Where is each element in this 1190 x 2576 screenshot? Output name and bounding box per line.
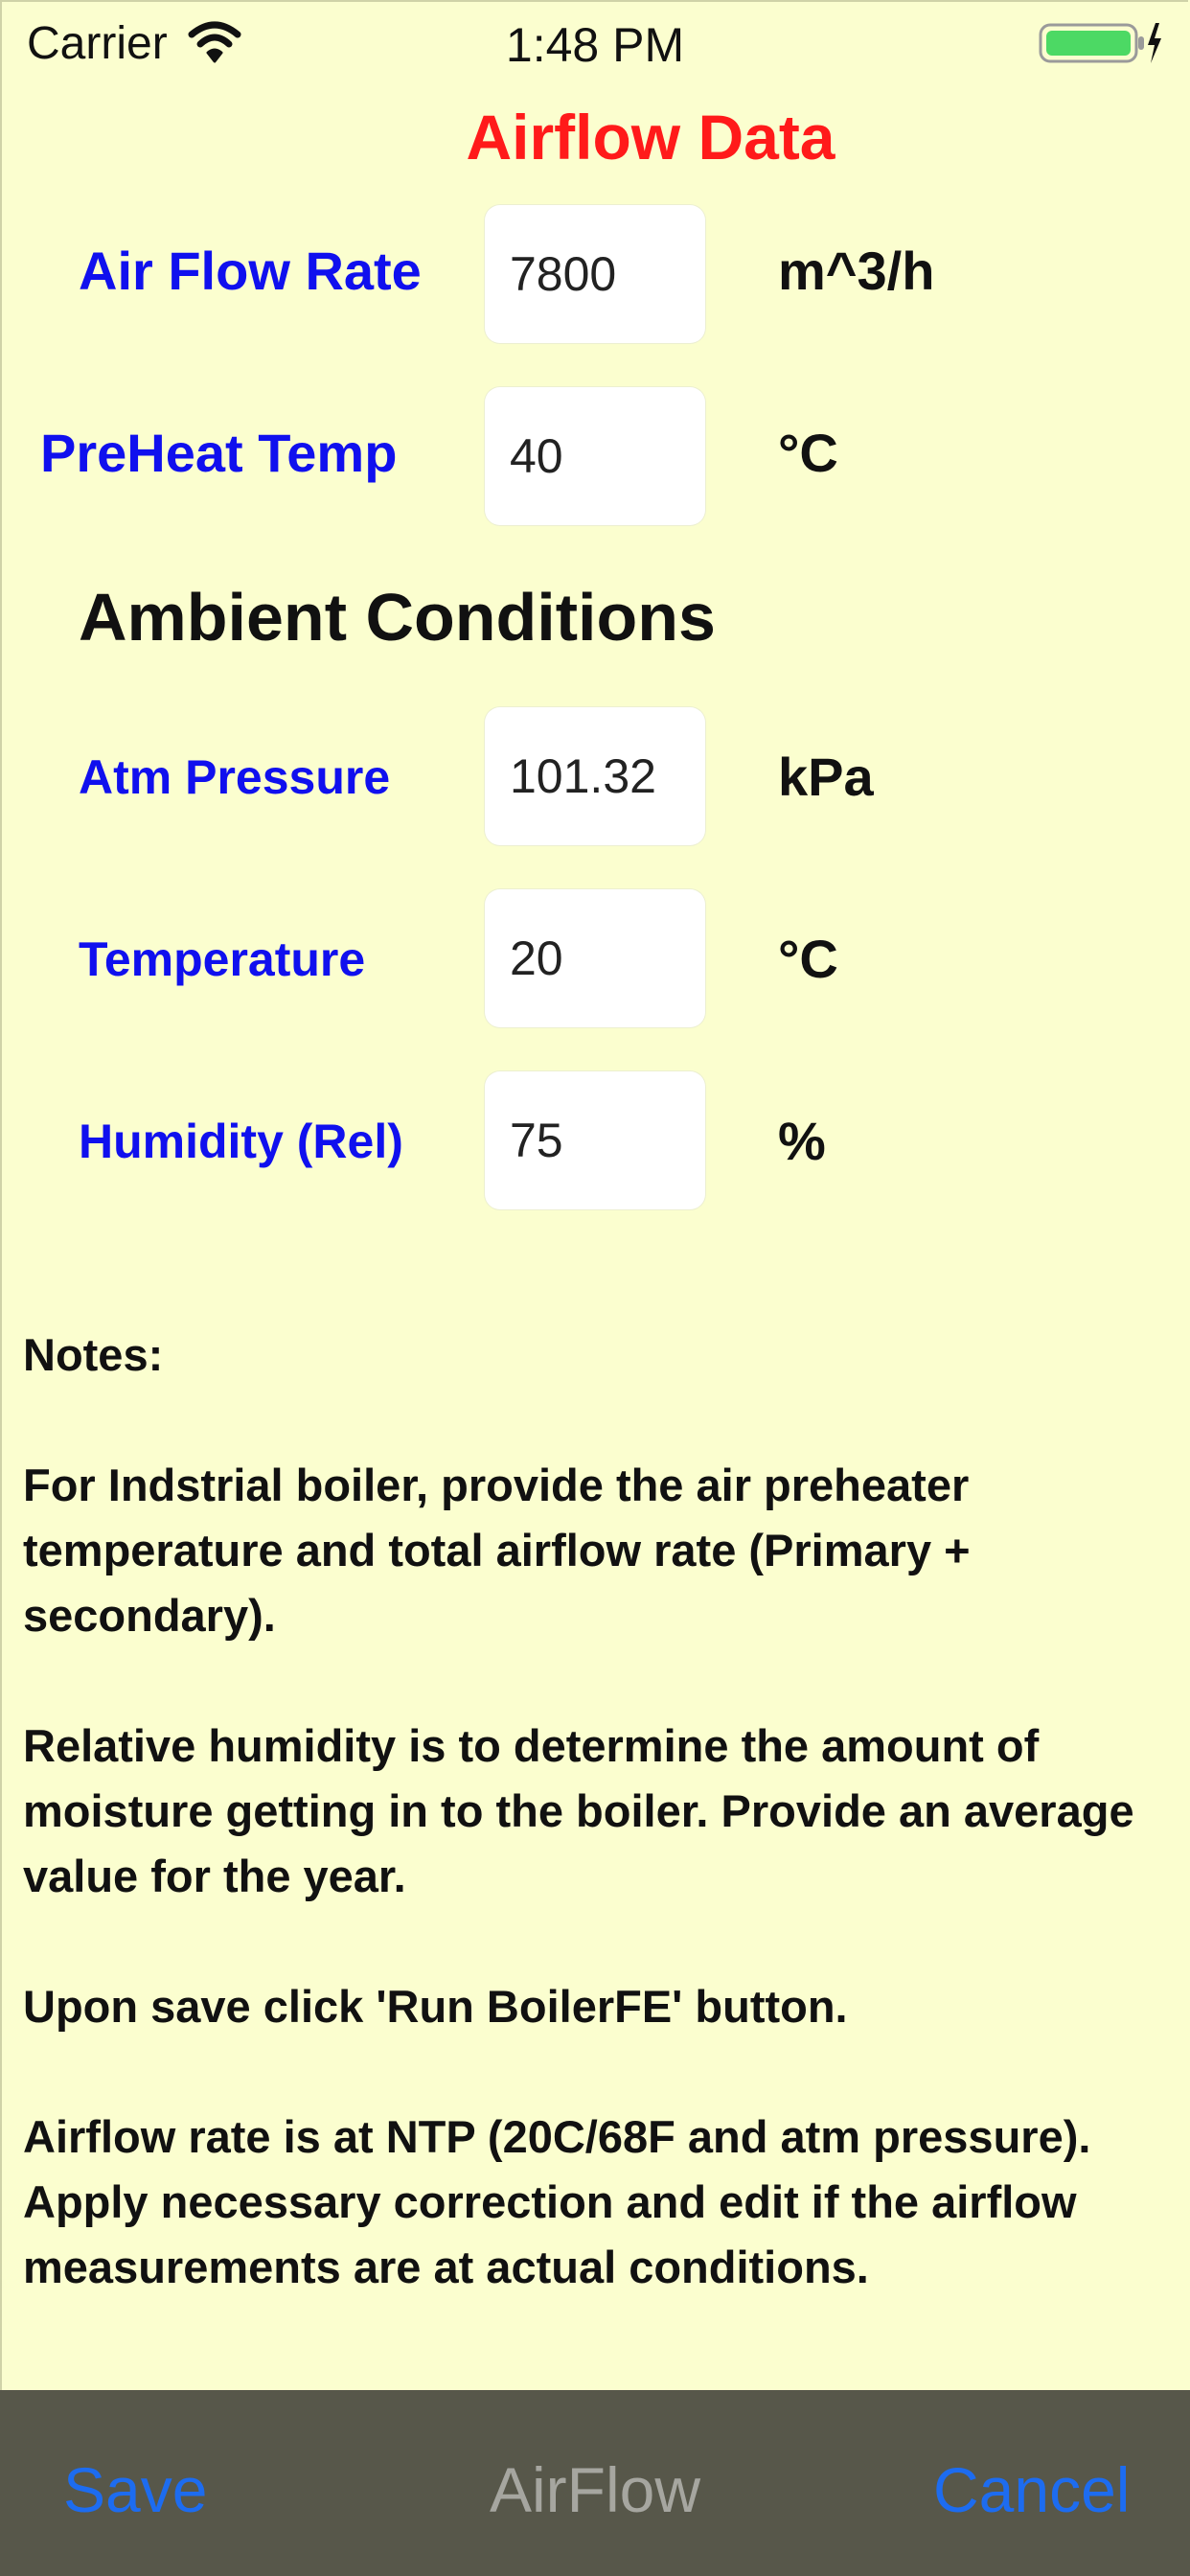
status-time: 1:48 PM [505,18,685,72]
temperature-unit: °C [778,929,838,989]
notes-paragraph: Upon save click 'Run BoilerFE' button. [23,1981,848,2032]
humidity-input[interactable]: 75 [485,1071,705,1209]
battery-charging-icon [1039,23,1161,63]
temperature-input[interactable]: 20 [485,889,705,1027]
air-flow-rate-unit: m^3/h [778,241,935,301]
air-flow-rate-label: Air Flow Rate [79,241,422,301]
notes-text: Notes: For Indstrial boiler, provide the… [23,1322,1182,2300]
humidity-label: Humidity (Rel) [79,1115,403,1168]
atm-pressure-unit: kPa [778,747,874,807]
notes-heading: Notes: [23,1329,164,1380]
cancel-button[interactable]: Cancel [933,2453,1130,2526]
page-title: Airflow Data [466,102,835,172]
atm-pressure-label: Atm Pressure [79,750,391,804]
atm-pressure-input[interactable]: 101.32 [485,707,705,845]
preheat-temp-label: PreHeat Temp [40,423,398,483]
notes-paragraph: Airflow rate is at NTP (20C/68F and atm … [23,2111,1091,2292]
preheat-temp-input[interactable]: 40 [485,387,705,525]
bottom-toolbar: Save AirFlow Cancel [0,2390,1190,2576]
ambient-conditions-heading: Ambient Conditions [79,580,716,655]
notes-paragraph: For Indstrial boiler, provide the air pr… [23,1460,971,1641]
temperature-label: Temperature [79,932,366,986]
preheat-temp-unit: °C [778,423,838,483]
humidity-unit: % [778,1111,826,1171]
notes-paragraph: Relative humidity is to determine the am… [23,1720,1134,1901]
status-bar: Carrier 1:48 PM [0,0,1190,92]
air-flow-rate-input[interactable]: 7800 [485,205,705,343]
